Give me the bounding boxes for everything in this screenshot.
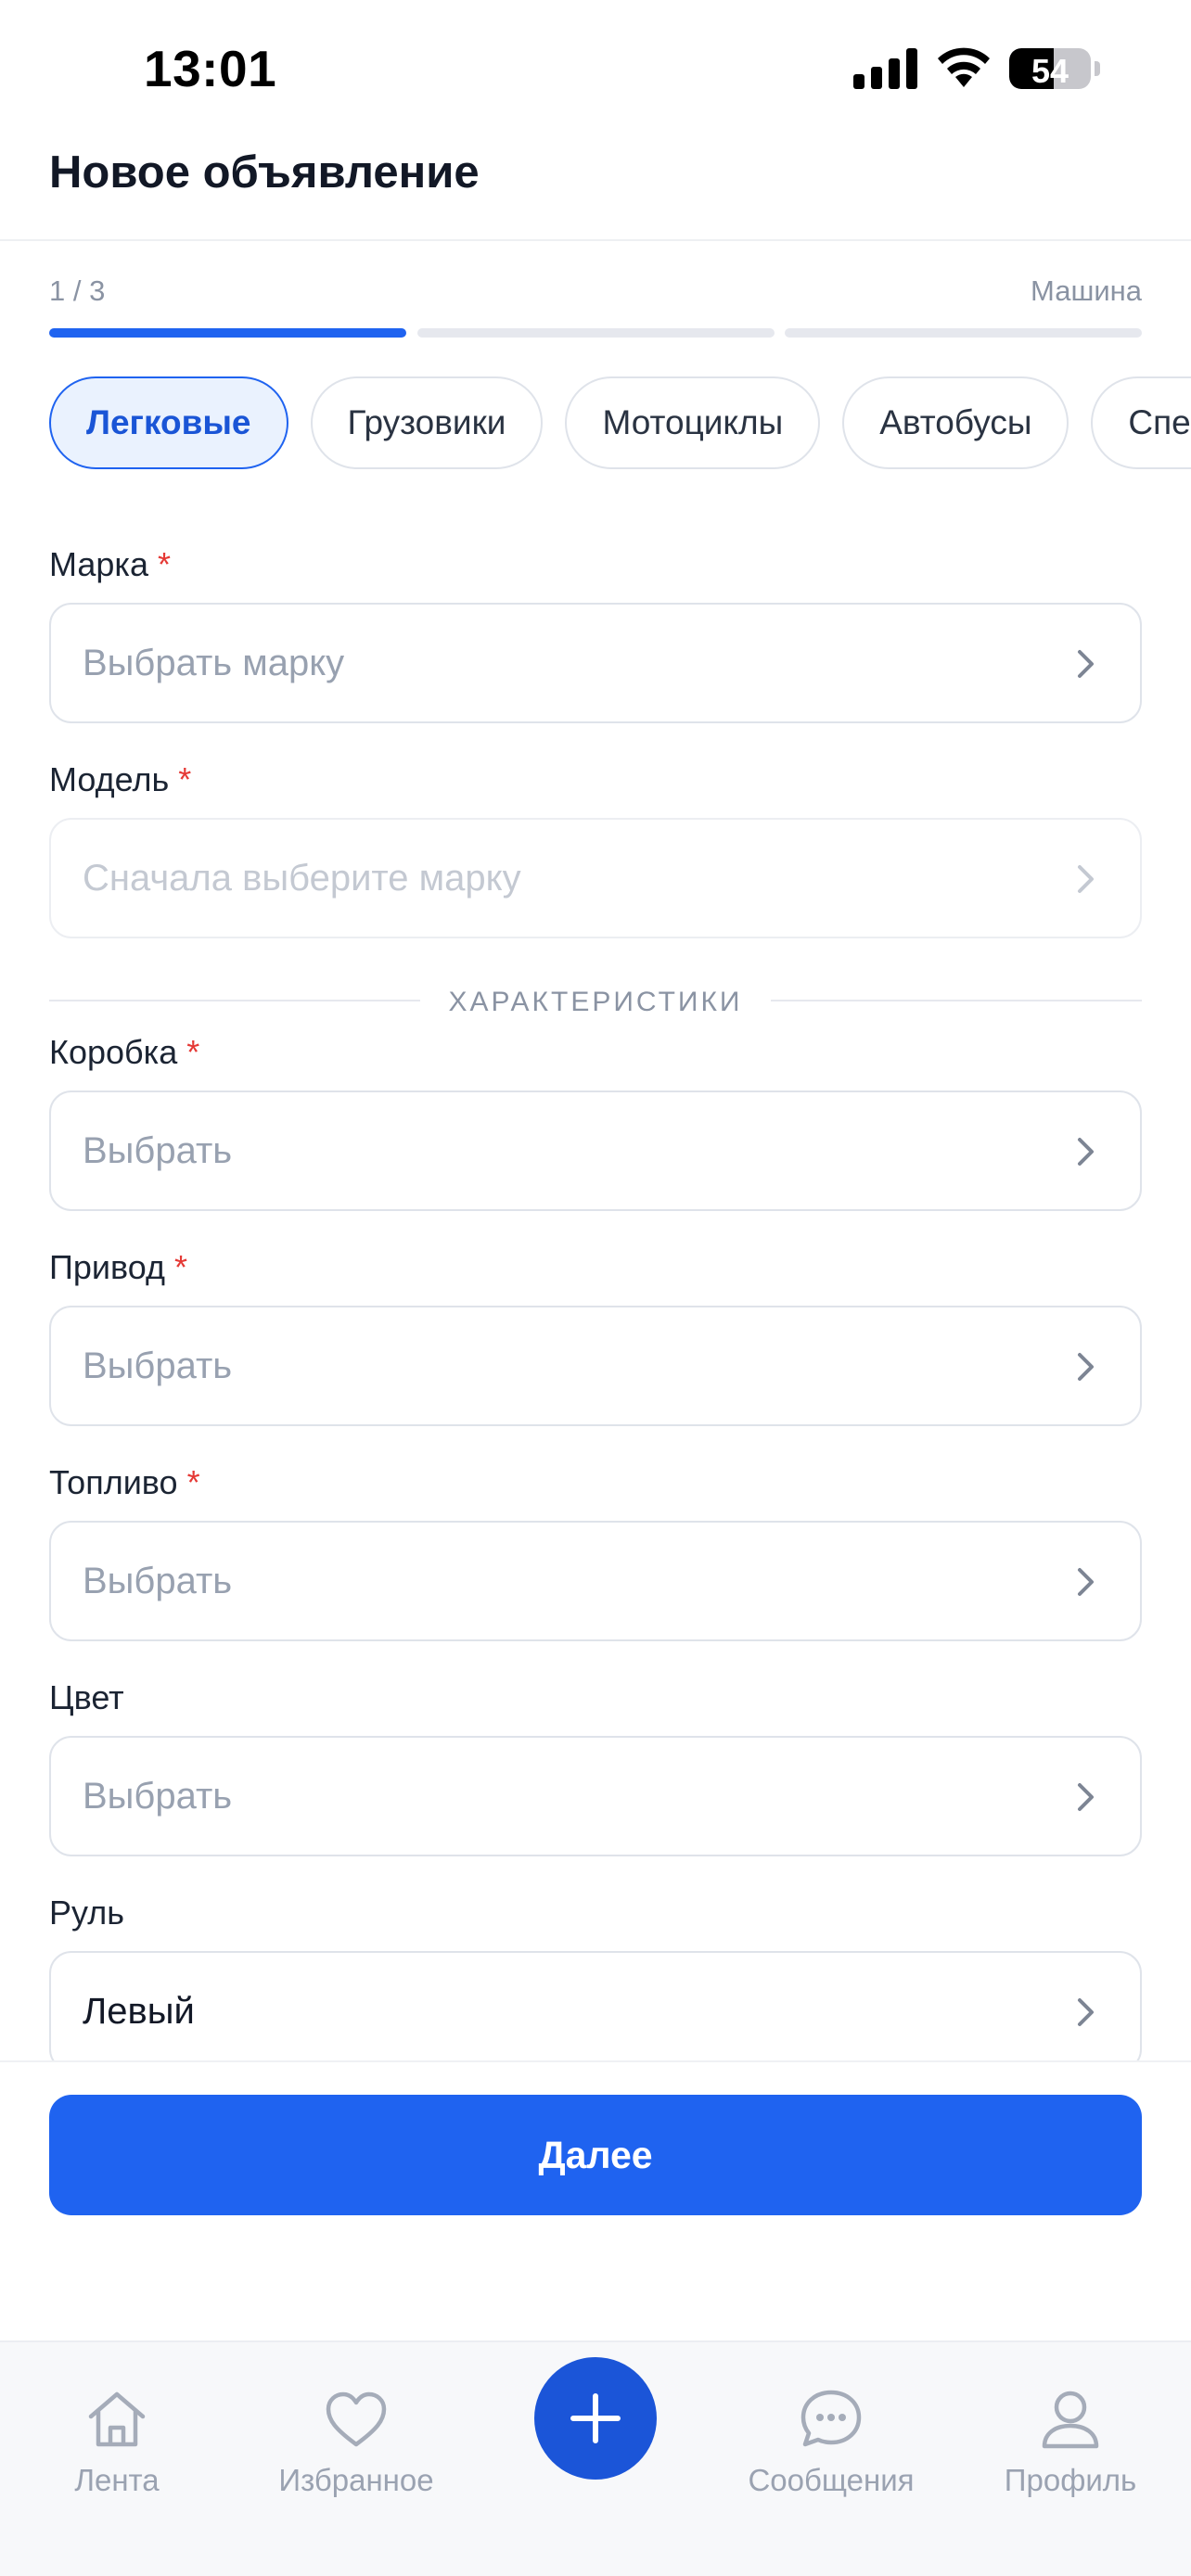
chip-cars[interactable]: Легковые [49,376,288,469]
chip-motorcycles[interactable]: Мотоциклы [565,376,821,469]
wifi-icon [935,46,992,89]
tab-favorites-label: Избранное [278,2463,434,2497]
home-icon [83,2387,150,2452]
color-label: Цвет [49,1678,124,1717]
tab-profile-label: Профиль [1004,2463,1137,2497]
color-label-text: Цвет [49,1678,124,1716]
gearbox-label: Коробка * [49,1033,199,1072]
model-placeholder: Сначала выберите марку [83,858,521,899]
heart-icon [323,2387,390,2452]
user-icon [1037,2387,1104,2452]
progress-segment-1 [49,328,406,338]
chevron-right-icon [1071,863,1099,895]
steering-label: Руль [49,1894,124,1932]
chip-buses[interactable]: Автобусы [842,376,1069,469]
next-button[interactable]: Далее [49,2095,1142,2215]
chevron-right-icon [1071,1351,1099,1383]
required-mark: * [158,545,172,583]
drive-label-text: Привод [49,1248,165,1286]
fuel-placeholder: Выбрать [83,1561,233,1601]
plus-icon [570,2393,621,2443]
section-title: ХАРАКТЕРИСТИКИ [448,987,743,1017]
gearbox-label-text: Коробка [49,1033,178,1071]
tab-feed-label: Лента [74,2463,160,2497]
required-mark: * [173,1248,187,1286]
chevron-right-icon [1071,648,1099,680]
chevron-right-icon [1071,1996,1099,2028]
tab-feed[interactable]: Лента [6,2342,228,2528]
chevron-right-icon [1071,1136,1099,1167]
drive-select[interactable]: Выбрать [49,1306,1142,1426]
steering-label-text: Руль [49,1894,124,1932]
chip-special-vehicles[interactable]: Спецтехника [1091,376,1191,469]
steering-value: Левый [83,1991,195,2032]
battery-icon: 54 [1009,48,1091,89]
color-placeholder: Выбрать [83,1776,233,1817]
page-title: Новое объявление [49,147,480,198]
drive-placeholder: Выбрать [83,1345,233,1386]
model-label: Модель * [49,760,191,799]
required-mark: * [186,1463,200,1501]
chevron-right-icon [1071,1781,1099,1813]
tab-messages[interactable]: Сообщения [720,2342,942,2528]
brand-select[interactable]: Выбрать марку [49,603,1142,723]
color-select[interactable]: Выбрать [49,1736,1142,1856]
step-name: Машина [1031,274,1142,307]
brand-label: Марка * [49,545,171,584]
fuel-label-text: Топливо [49,1463,178,1501]
tab-favorites[interactable]: Избранное [245,2342,467,2528]
battery-percent: 54 [1031,52,1069,89]
brand-placeholder: Выбрать марку [83,643,345,683]
model-select[interactable]: Сначала выберите марку [49,818,1142,938]
section-divider: ХАРАКТЕРИСТИКИ [49,987,1142,1017]
model-label-text: Модель [49,760,170,798]
divider-line-right [771,1000,1142,1001]
brand-label-text: Марка [49,545,148,583]
category-chips: ЛегковыеГрузовикиМотоциклыАвтобусыСпецте… [49,376,1191,473]
header-divider [0,239,1191,241]
required-mark: * [178,760,192,798]
cellular-signal-icon [853,48,918,89]
battery-cap [1095,61,1100,76]
progress-segment-2 [417,328,775,338]
progress-segment-3 [785,328,1142,338]
required-mark: * [186,1033,200,1071]
status-time: 13:01 [144,40,277,97]
gearbox-placeholder: Выбрать [83,1130,233,1171]
status-bar: 13:01 54 [0,0,1191,139]
tab-messages-label: Сообщения [748,2463,915,2497]
fuel-select[interactable]: Выбрать [49,1521,1142,1641]
add-listing-button[interactable] [534,2357,657,2480]
gearbox-select[interactable]: Выбрать [49,1090,1142,1211]
step-counter: 1 / 3 [49,274,106,307]
drive-label: Привод * [49,1248,187,1287]
chip-trucks[interactable]: Грузовики [310,376,544,469]
tab-bar: Лента Избранное Сообщения Профиль [0,2340,1191,2576]
footer-divider [0,2060,1191,2062]
chat-bubble-icon [798,2387,864,2452]
chevron-right-icon [1071,1566,1099,1598]
fuel-label: Топливо * [49,1463,200,1502]
steering-select[interactable]: Левый [49,1951,1142,2072]
tab-profile[interactable]: Профиль [959,2342,1182,2528]
